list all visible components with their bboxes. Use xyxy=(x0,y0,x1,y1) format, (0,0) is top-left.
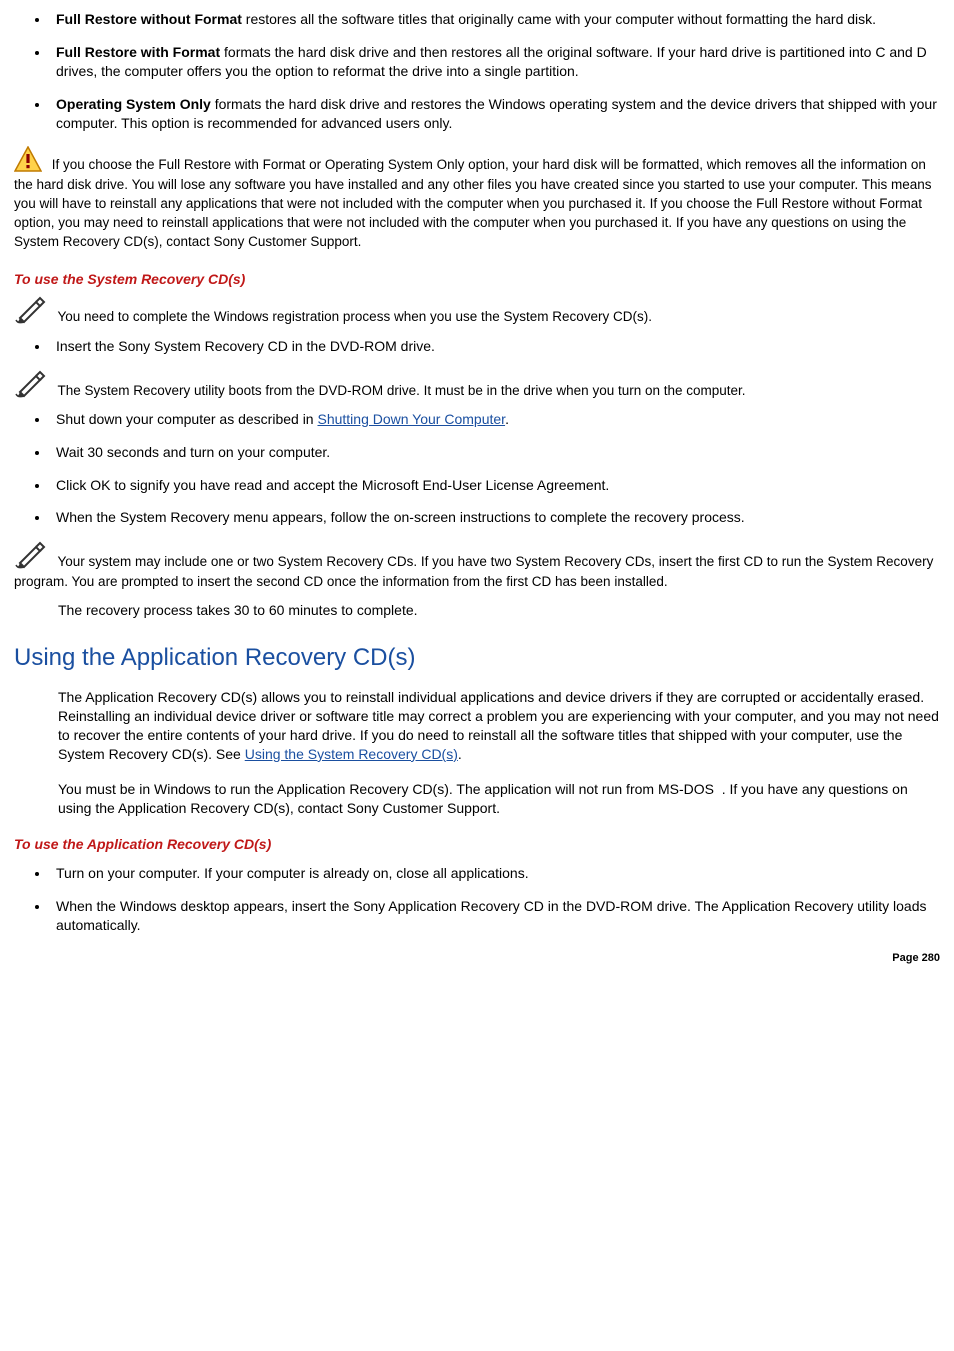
app-recovery-para1: The Application Recovery CD(s) allows yo… xyxy=(58,688,940,764)
note-text: Your system may include one or two Syste… xyxy=(14,554,933,588)
step-text-suffix: . xyxy=(505,411,509,427)
recovery-time-text: The recovery process takes 30 to 60 minu… xyxy=(58,601,940,620)
step-text: Click OK to signify you have read and ac… xyxy=(56,477,609,493)
step-text: Insert the Sony System Recovery CD in th… xyxy=(56,338,435,354)
option-title: Operating System Only xyxy=(56,96,211,112)
list-item: Insert the Sony System Recovery CD in th… xyxy=(50,337,940,356)
list-item: Operating System Only formats the hard d… xyxy=(50,95,940,133)
page-number: Page 280 xyxy=(14,951,940,966)
list-item: When the Windows desktop appears, insert… xyxy=(50,897,940,935)
step-text: When the Windows desktop appears, insert… xyxy=(56,898,926,933)
section-title-application-recovery: To use the Application Recovery CD(s) xyxy=(14,835,940,854)
list-item: When the System Recovery menu appears, f… xyxy=(50,508,940,527)
pencil-note-icon xyxy=(14,370,48,398)
option-title: Full Restore without Format xyxy=(56,11,242,27)
link-shutting-down[interactable]: Shutting Down Your Computer xyxy=(317,411,505,427)
warning-note: If you choose the Full Restore with Form… xyxy=(14,146,940,251)
step-text: When the System Recovery menu appears, f… xyxy=(56,509,745,525)
heading-application-recovery: Using the Application Recovery CD(s) xyxy=(14,642,940,674)
step-text: Wait 30 seconds and turn on your compute… xyxy=(56,444,330,460)
note-text: You need to complete the Windows registr… xyxy=(54,309,652,324)
list-item: Full Restore with Format formats the har… xyxy=(50,43,940,81)
list-item: Full Restore without Format restores all… xyxy=(50,10,940,29)
para-text-suffix: . xyxy=(458,746,462,762)
note-two-cds: Your system may include one or two Syste… xyxy=(14,541,940,590)
note-registration: You need to complete the Windows registr… xyxy=(14,296,940,326)
app-recovery-para2: You must be in Windows to run the Applic… xyxy=(58,780,940,818)
note-boot: The System Recovery utility boots from t… xyxy=(14,370,940,400)
pencil-note-icon xyxy=(14,296,48,324)
warning-text: If you choose the Full Restore with Form… xyxy=(14,157,932,249)
step-text-prefix: Shut down your computer as described in xyxy=(56,411,317,427)
step-text: Turn on your computer. If your computer … xyxy=(56,865,529,881)
step-list-2: Shut down your computer as described in … xyxy=(14,410,940,528)
pencil-note-icon xyxy=(14,541,48,569)
note-text: The System Recovery utility boots from t… xyxy=(54,383,746,398)
step-list-1: Insert the Sony System Recovery CD in th… xyxy=(14,337,940,356)
option-desc: restores all the software titles that or… xyxy=(242,11,876,27)
list-item: Shut down your computer as described in … xyxy=(50,410,940,429)
list-item: Wait 30 seconds and turn on your compute… xyxy=(50,443,940,462)
warning-icon xyxy=(14,146,42,172)
option-title: Full Restore with Format xyxy=(56,44,220,60)
para-text-prefix: The Application Recovery CD(s) allows yo… xyxy=(58,689,939,762)
list-item: Turn on your computer. If your computer … xyxy=(50,864,940,883)
list-item: Click OK to signify you have read and ac… xyxy=(50,476,940,495)
restore-options-list: Full Restore without Format restores all… xyxy=(14,10,940,132)
section-title-system-recovery: To use the System Recovery CD(s) xyxy=(14,270,940,289)
app-step-list: Turn on your computer. If your computer … xyxy=(14,864,940,935)
link-using-system-recovery[interactable]: Using the System Recovery CD(s) xyxy=(245,746,458,762)
